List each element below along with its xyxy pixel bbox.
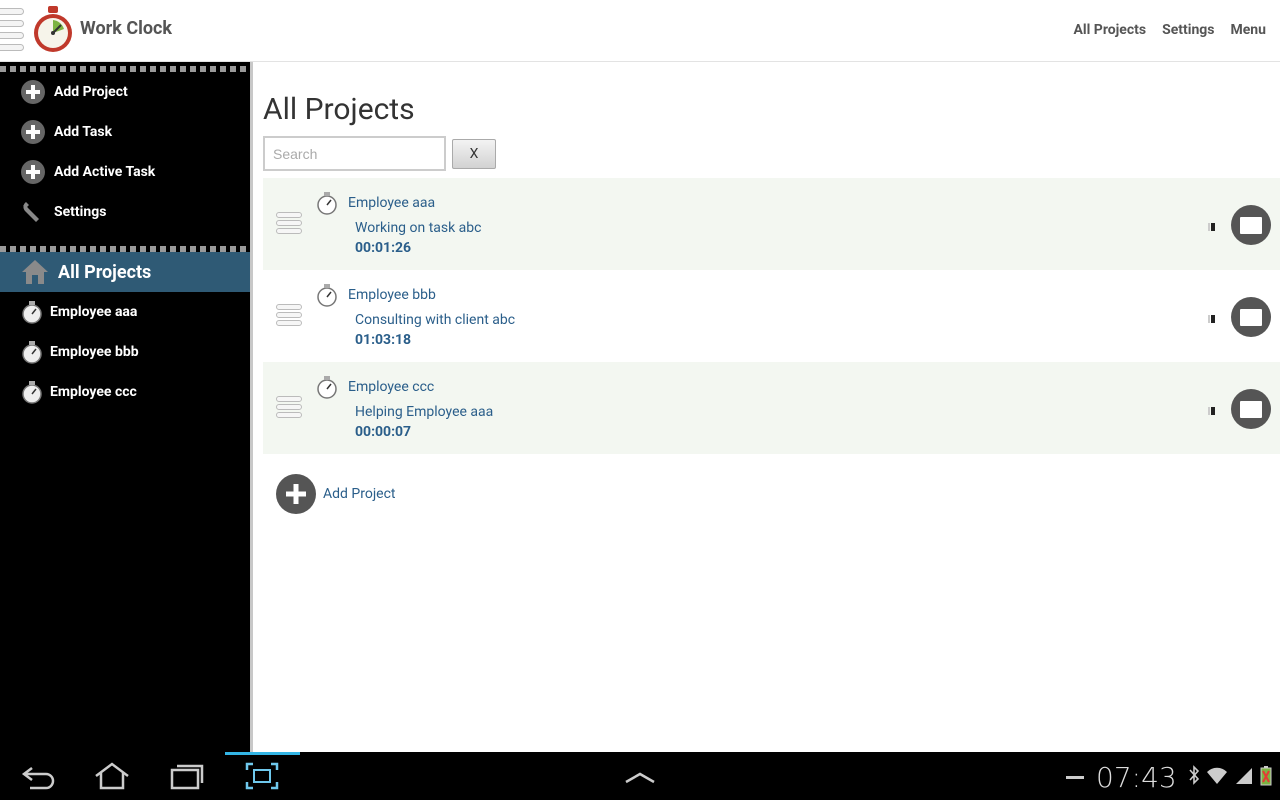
clear-search-button[interactable]: X	[452, 139, 496, 169]
chevron-up-icon[interactable]	[622, 760, 658, 792]
sidebar-item-label: Employee aaa	[50, 304, 138, 320]
sidebar-item-label: Employee ccc	[50, 384, 137, 400]
signal-icon	[1234, 764, 1254, 790]
stop-icon	[1240, 400, 1262, 418]
elapsed-time: 00:00:07	[355, 424, 412, 440]
task-name[interactable]: Consulting with client abc	[355, 312, 515, 328]
navigation-drawer: Add Project Add Task Add Active Task Set…	[0, 62, 250, 752]
sidebar-item-label: All Projects	[58, 261, 152, 283]
sidebar-item-label: Add Active Task	[54, 164, 156, 180]
status-indicator	[1208, 407, 1215, 415]
sidebar-add-task[interactable]: Add Task	[0, 112, 250, 152]
sidebar-settings[interactable]: Settings	[0, 192, 250, 232]
drawer-menu-icon[interactable]	[0, 8, 26, 58]
list-item[interactable]: Employee ccc Helping Employee aaa 00:00:…	[263, 362, 1280, 454]
recent-apps-icon[interactable]	[168, 760, 206, 792]
back-icon[interactable]	[20, 760, 56, 792]
add-project-button[interactable]: Add Project	[276, 474, 396, 514]
task-name[interactable]: Helping Employee aaa	[355, 404, 493, 420]
search-input[interactable]	[263, 136, 446, 171]
task-name[interactable]: Working on task abc	[355, 220, 482, 236]
top-menu-settings[interactable]: Settings	[1162, 22, 1214, 38]
list-item[interactable]: Employee aaa Working on task abc 00:01:2…	[263, 178, 1280, 270]
sidebar-add-project[interactable]: Add Project	[0, 72, 250, 112]
sidebar-item-employee-ccc[interactable]: Employee ccc	[0, 372, 250, 412]
system-navigation-bar: 07:43	[0, 752, 1280, 800]
project-list: Employee aaa Working on task abc 00:01:2…	[263, 178, 1280, 454]
app-title: Work Clock	[80, 18, 173, 39]
sidebar-item-label: Employee bbb	[50, 344, 139, 360]
drag-handle-icon[interactable]	[276, 212, 302, 238]
status-icons	[1188, 764, 1272, 790]
elapsed-time: 00:01:26	[355, 240, 412, 256]
top-menu-all-projects[interactable]: All Projects	[1074, 22, 1147, 38]
sidebar-item-employee-aaa[interactable]: Employee aaa	[0, 292, 250, 332]
employee-name[interactable]: Employee ccc	[348, 379, 434, 395]
stop-button[interactable]	[1231, 297, 1271, 337]
sidebar-add-active-task[interactable]: Add Active Task	[0, 152, 250, 192]
plus-circle-icon	[20, 159, 46, 185]
status-indicator	[1208, 223, 1215, 231]
stopwatch-avatar-icon	[20, 339, 44, 365]
plus-circle-icon	[20, 119, 46, 145]
plus-circle-icon	[276, 474, 316, 514]
stopwatch-avatar-icon	[315, 190, 339, 216]
elapsed-time: 01:03:18	[355, 332, 412, 348]
employee-name[interactable]: Employee bbb	[348, 287, 436, 303]
drag-handle-icon[interactable]	[276, 396, 302, 422]
stopwatch-avatar-icon	[315, 374, 339, 400]
employee-name[interactable]: Employee aaa	[348, 195, 435, 211]
stopwatch-avatar-icon	[20, 299, 44, 325]
stopwatch-logo-icon[interactable]	[30, 4, 76, 54]
add-project-label: Add Project	[323, 486, 396, 502]
top-menu-menu[interactable]: Menu	[1230, 22, 1266, 38]
stopwatch-avatar-icon	[315, 282, 339, 308]
stopwatch-avatar-icon	[20, 379, 44, 405]
home-icon[interactable]	[92, 760, 132, 792]
stop-icon	[1240, 308, 1262, 326]
bluetooth-icon	[1188, 764, 1200, 790]
drag-handle-icon[interactable]	[276, 304, 302, 330]
top-menu: All Projects Settings Menu	[1074, 22, 1267, 38]
sidebar-item-employee-bbb[interactable]: Employee bbb	[0, 332, 250, 372]
page-title: All Projects	[263, 92, 415, 127]
plus-circle-icon	[20, 79, 46, 105]
active-indicator	[225, 752, 300, 755]
screenshot-icon[interactable]	[244, 760, 280, 792]
sidebar-item-label: Add Project	[54, 84, 128, 100]
sidebar-item-label: Add Task	[54, 124, 113, 140]
sidebar-item-all-projects[interactable]: All Projects	[0, 252, 250, 292]
battery-icon	[1260, 764, 1272, 790]
minimize-icon[interactable]	[1064, 760, 1086, 792]
main-content: All Projects X Employee aaa Working on t…	[253, 62, 1280, 752]
status-clock: 07:43	[1096, 761, 1177, 794]
stop-icon	[1240, 216, 1262, 234]
wifi-icon	[1206, 764, 1228, 790]
sidebar-item-label: Settings	[54, 204, 107, 220]
list-item[interactable]: Employee bbb Consulting with client abc …	[263, 270, 1280, 362]
status-indicator	[1208, 315, 1215, 323]
app-bar: Work Clock All Projects Settings Menu	[0, 0, 1280, 62]
stop-button[interactable]	[1231, 389, 1271, 429]
stop-button[interactable]	[1231, 205, 1271, 245]
wrench-icon	[20, 199, 46, 225]
home-icon	[20, 258, 50, 286]
